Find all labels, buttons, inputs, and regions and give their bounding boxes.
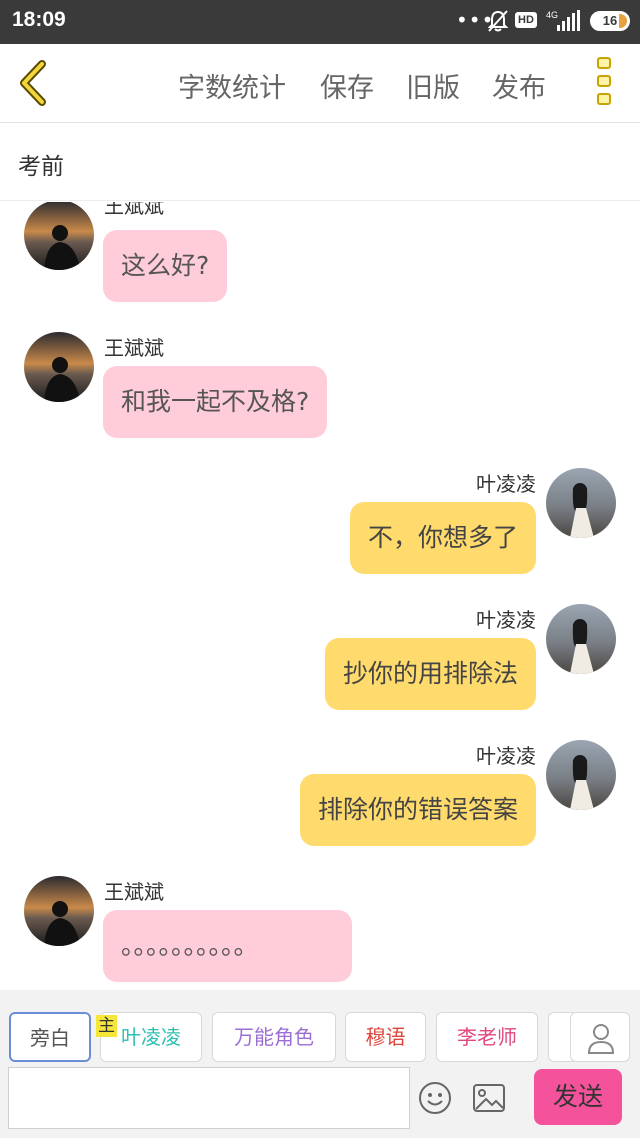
message-bubble[interactable]: 抄你的用排除法 [324, 638, 536, 710]
main-role-badge: 主 [96, 1015, 117, 1037]
sender-name: 王斌斌 [104, 202, 164, 218]
avatar-wang[interactable] [24, 332, 94, 402]
role-selector: 旁白 叶凌凌 主 万能角色 穆语 李老师 [0, 990, 640, 1065]
message-input[interactable] [8, 1067, 410, 1129]
user-icon[interactable] [570, 1012, 630, 1062]
message-bubble[interactable]: 排除你的错误答案 [299, 774, 536, 846]
role-label: 李老师 [457, 1025, 517, 1049]
role-label: 万能角色 [234, 1025, 314, 1049]
battery-level: 16 [602, 13, 618, 28]
message-bubble[interactable]: 不，你想多了 [349, 502, 536, 574]
message-item: 叶凌凌 抄你的用排除法 [0, 598, 640, 718]
battery-fill [619, 14, 627, 28]
bell-muted-icon [487, 10, 509, 32]
chat-area[interactable]: 王斌斌 这么好? 王斌斌 和我一起不及格? 叶凌凌 不，你想多了 叶凌凌 抄你的… [0, 202, 640, 990]
publish-button[interactable]: 发布 [492, 66, 546, 105]
role-label: 旁白 [30, 1026, 70, 1050]
send-button[interactable]: 发送 [534, 1069, 622, 1125]
message-item: 王斌斌 。。。。。。。。。。 [0, 870, 640, 990]
message-bubble[interactable]: 和我一起不及格? [103, 366, 328, 438]
image-icon[interactable] [472, 1083, 506, 1113]
status-time: 18:09 [12, 8, 66, 31]
signal-icon [557, 10, 580, 31]
more-icon[interactable] [592, 57, 616, 111]
role-label: 穆语 [365, 1025, 406, 1049]
sender-name: 叶凌凌 [476, 608, 536, 632]
avatar-wang[interactable] [24, 202, 94, 270]
avatar-ye[interactable] [546, 468, 616, 538]
input-bar: 发送 [0, 1065, 640, 1138]
avatar-ye[interactable] [546, 604, 616, 674]
sender-name: 王斌斌 [104, 880, 164, 904]
back-icon[interactable] [14, 58, 54, 108]
sender-name: 叶凌凌 [476, 472, 536, 496]
hd-icon: HD [515, 12, 537, 28]
message-bubble[interactable]: 。。。。。。。。。。 [103, 910, 352, 982]
sender-name: 叶凌凌 [476, 744, 536, 768]
role-label: 叶凌凌 [121, 1025, 181, 1049]
status-bar: 18:09 ••• HD 4G 16 [0, 0, 640, 44]
message-item: 王斌斌 这么好? [0, 202, 640, 310]
role-narrator[interactable]: 旁白 [9, 1012, 91, 1062]
word-count-button[interactable]: 字数统计 [178, 66, 286, 105]
save-button[interactable]: 保存 [320, 66, 374, 105]
avatar-wang[interactable] [24, 876, 94, 946]
top-toolbar: 字数统计 保存 旧版 发布 [0, 44, 640, 123]
message-item: 王斌斌 和我一起不及格? [0, 326, 640, 446]
chapter-title-bar: 考前 [0, 123, 640, 201]
role-mu-yu[interactable]: 穆语 [345, 1012, 426, 1062]
battery-icon: 16 [590, 11, 630, 31]
old-version-button[interactable]: 旧版 [406, 66, 460, 105]
role-universal[interactable]: 万能角色 [212, 1012, 336, 1062]
message-bubble[interactable]: 这么好? [103, 230, 228, 302]
chapter-title[interactable]: 考前 [18, 147, 64, 181]
role-teacher-li[interactable]: 李老师 [436, 1012, 538, 1062]
avatar-ye[interactable] [546, 740, 616, 810]
message-item: 叶凌凌 不，你想多了 [0, 462, 640, 582]
emoji-icon[interactable] [418, 1081, 452, 1115]
sender-name: 王斌斌 [104, 336, 164, 360]
message-item: 叶凌凌 排除你的错误答案 [0, 734, 640, 854]
